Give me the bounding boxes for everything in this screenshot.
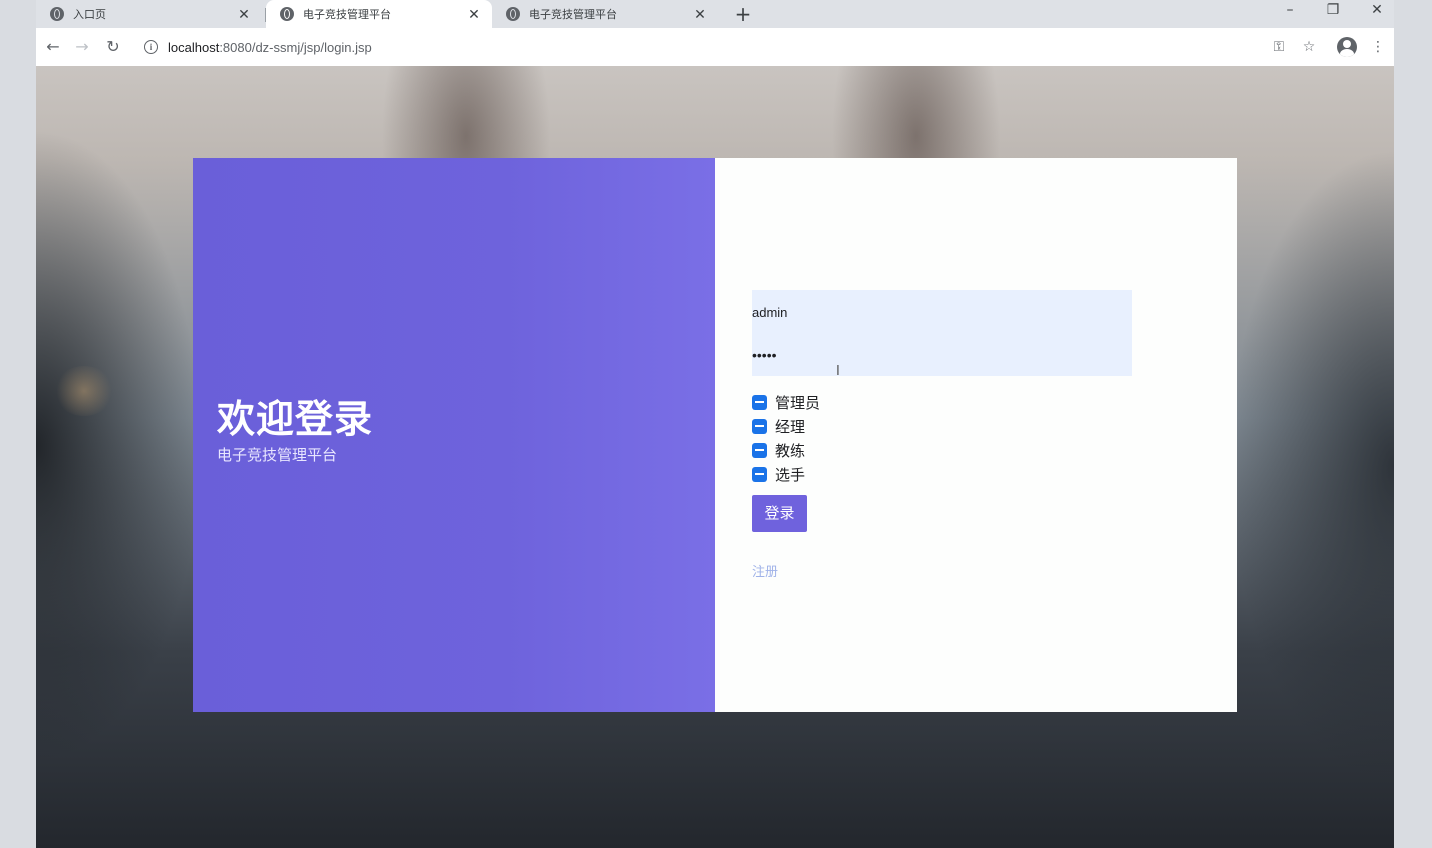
browser-chrome: 入口页 ✕ 电子竞技管理平台 ✕ 电子竞技管理平台 ✕ + – ❐ ✕ ← → …: [36, 0, 1394, 66]
window-close-icon[interactable]: ✕: [1365, 2, 1389, 18]
role-option-manager[interactable]: 经理: [752, 414, 820, 438]
register-link[interactable]: 注册: [752, 561, 778, 580]
account-icon[interactable]: [1337, 37, 1357, 57]
welcome-panel: 欢迎登录 电子竞技管理平台: [193, 158, 715, 712]
url-path: :8080/dz-ssmj/jsp/login.jsp: [219, 39, 372, 55]
tab-strip: 入口页 ✕ 电子竞技管理平台 ✕ 电子竞技管理平台 ✕ + – ❐ ✕: [36, 0, 1394, 28]
menu-icon[interactable]: ⋮: [1367, 36, 1389, 58]
login-card: 欢迎登录 电子竞技管理平台 I 管理员 经理 教练: [193, 158, 1237, 712]
browser-tab-entry[interactable]: 入口页 ✕: [36, 0, 262, 28]
checkbox-icon[interactable]: [752, 418, 767, 434]
password-input[interactable]: [752, 334, 1132, 376]
info-icon[interactable]: i: [144, 40, 158, 54]
reload-icon[interactable]: ↻: [102, 36, 124, 58]
browser-tab-platform-active[interactable]: 电子竞技管理平台 ✕: [266, 0, 492, 28]
browser-tab-platform[interactable]: 电子竞技管理平台 ✕: [492, 0, 718, 28]
role-option-player[interactable]: 选手: [752, 462, 820, 486]
address-bar[interactable]: i localhost:8080/dz-ssmj/jsp/login.jsp: [132, 33, 1312, 61]
checkbox-icon[interactable]: [752, 394, 767, 410]
close-icon[interactable]: ✕: [234, 6, 254, 23]
role-label: 选手: [775, 465, 806, 484]
role-label: 经理: [775, 417, 806, 436]
tab-title: 电子竞技管理平台: [529, 9, 617, 21]
login-button[interactable]: 登录: [752, 495, 807, 532]
username-input[interactable]: [752, 290, 1132, 334]
globe-icon: [280, 7, 294, 21]
page-viewport: 欢迎登录 电子竞技管理平台 I 管理员 经理 教练: [36, 66, 1394, 848]
tab-title: 入口页: [73, 9, 106, 21]
new-tab-button[interactable]: +: [732, 2, 754, 26]
url-host: localhost: [168, 39, 220, 55]
restore-icon[interactable]: ❐: [1321, 2, 1345, 18]
key-icon[interactable]: ⚿: [1268, 36, 1290, 58]
role-option-coach[interactable]: 教练: [752, 438, 820, 462]
welcome-title: 欢迎登录: [217, 397, 374, 441]
text-cursor-icon: I: [836, 364, 840, 379]
close-icon[interactable]: ✕: [690, 6, 710, 23]
back-icon[interactable]: ←: [42, 36, 64, 58]
tab-title: 电子竞技管理平台: [303, 9, 391, 21]
background-light: [54, 366, 114, 416]
role-checkbox-group: 管理员 经理 教练 选手: [752, 390, 820, 486]
welcome-subtitle: 电子竞技管理平台: [217, 446, 338, 464]
globe-icon: [506, 7, 520, 21]
forward-icon[interactable]: →: [71, 36, 93, 58]
role-label: 教练: [775, 441, 806, 460]
checkbox-icon[interactable]: [752, 466, 767, 482]
role-option-admin[interactable]: 管理员: [752, 390, 820, 414]
navigation-bar: ← → ↻ i localhost:8080/dz-ssmj/jsp/login…: [36, 28, 1394, 66]
minimize-icon[interactable]: –: [1278, 2, 1302, 18]
role-label: 管理员: [775, 393, 821, 412]
checkbox-icon[interactable]: [752, 442, 767, 458]
globe-icon: [50, 7, 64, 21]
close-icon[interactable]: ✕: [464, 6, 484, 23]
star-icon[interactable]: ☆: [1298, 36, 1320, 58]
url-text[interactable]: localhost:8080/dz-ssmj/jsp/login.jsp: [168, 40, 372, 55]
login-form-panel: I 管理员 经理 教练 选手 登录: [715, 158, 1237, 712]
